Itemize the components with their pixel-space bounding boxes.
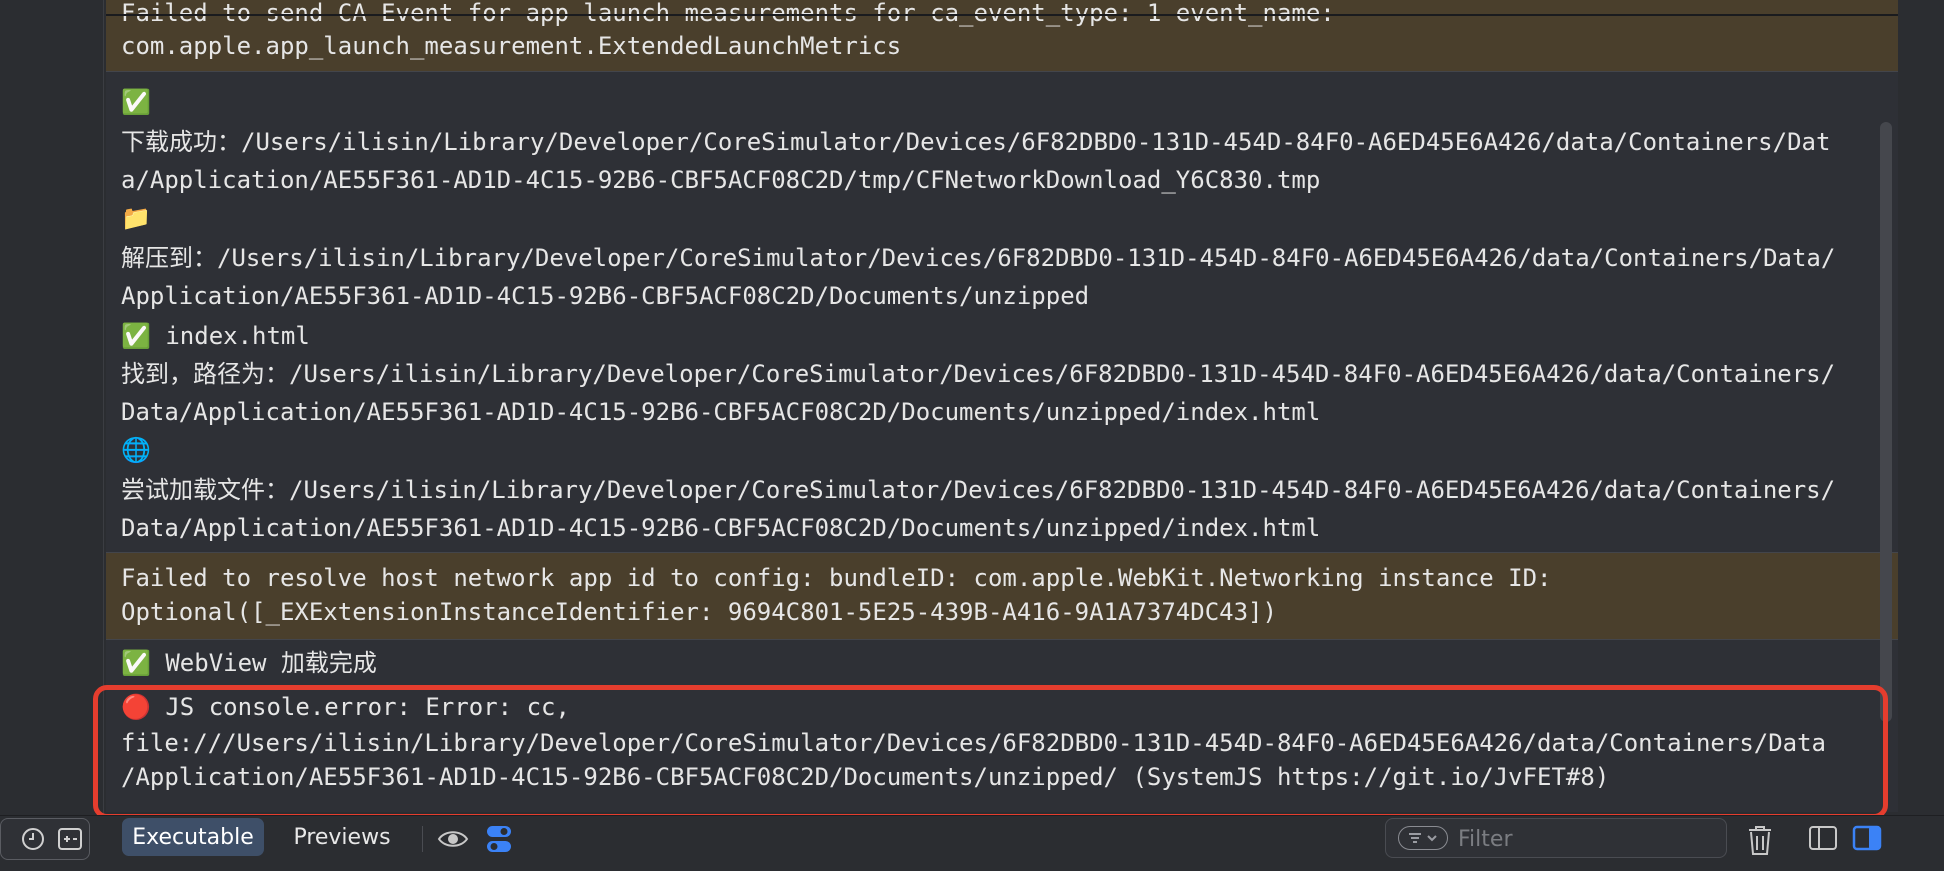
highlight-box xyxy=(93,685,1888,819)
log-line: com.apple.app_launch_measurement.Extende… xyxy=(121,32,902,60)
globe-icon: 🌐 xyxy=(121,436,151,464)
check-icon: ✅ xyxy=(121,322,151,350)
log-line: a/Application/AE55F361-AD1D-4C15-92B6-CB… xyxy=(121,166,1321,194)
log-line: 解压到：/Users/ilisin/Library/Developer/Core… xyxy=(121,244,1836,272)
filter-field xyxy=(1385,818,1727,858)
left-gutter xyxy=(0,0,104,870)
filter-options-icon[interactable] xyxy=(1398,826,1448,850)
toggle-icon[interactable] xyxy=(485,824,513,854)
left-panel-icon[interactable] xyxy=(1808,825,1838,851)
log-entry: ✅ WebView 加载完成 xyxy=(106,640,1898,688)
log-line: Application/AE55F361-AD1D-4C15-92B6-CBF5… xyxy=(121,282,1090,310)
clock-icon[interactable] xyxy=(21,827,45,851)
tab-executable[interactable]: Executable xyxy=(122,818,264,856)
right-panel-icon[interactable] xyxy=(1852,825,1882,851)
right-gutter xyxy=(1899,0,1944,870)
log-entry: ✅ 下载成功：/Users/ilisin/Library/Developer/C… xyxy=(106,72,1898,552)
check-icon: ✅ xyxy=(121,88,151,116)
log-text: index.html xyxy=(150,322,310,350)
filter-input[interactable] xyxy=(1456,821,1720,857)
log-entry-warning: Failed to resolve host network app id to… xyxy=(106,553,1898,639)
log-line: 找到，路径为：/Users/ilisin/Library/Developer/C… xyxy=(121,360,1836,388)
log-line: ✅ index.html xyxy=(121,317,310,355)
log-line: Data/Application/AE55F361-AD1D-4C15-92B6… xyxy=(121,398,1321,426)
eye-icon[interactable] xyxy=(437,823,469,855)
top-edge xyxy=(106,14,1898,16)
log-line: ✅ WebView 加载完成 xyxy=(121,644,377,682)
log-line: 尝试加载文件：/Users/ilisin/Library/Developer/C… xyxy=(121,476,1836,504)
log-text: WebView 加载完成 xyxy=(150,649,377,677)
check-icon: ✅ xyxy=(121,649,151,677)
left-toolbar-buttons xyxy=(0,818,90,860)
log-line: Data/Application/AE55F361-AD1D-4C15-92B6… xyxy=(121,514,1321,542)
log-line: Failed to resolve host network app id to… xyxy=(121,564,1552,592)
log-line: 下载成功：/Users/ilisin/Library/Developer/Cor… xyxy=(121,128,1831,156)
tab-previews[interactable]: Previews xyxy=(278,818,406,856)
log-entry-warning: Failed to send CA Event for app launch m… xyxy=(106,0,1898,71)
toolbar-divider xyxy=(422,826,423,852)
folder-icon: 📁 xyxy=(121,204,151,232)
vertical-scrollbar[interactable] xyxy=(1880,122,1892,722)
add-filter-icon[interactable] xyxy=(57,827,83,851)
log-line: Optional([_EXExtensionInstanceIdentifier… xyxy=(121,598,1277,626)
trash-icon[interactable] xyxy=(1745,823,1775,857)
